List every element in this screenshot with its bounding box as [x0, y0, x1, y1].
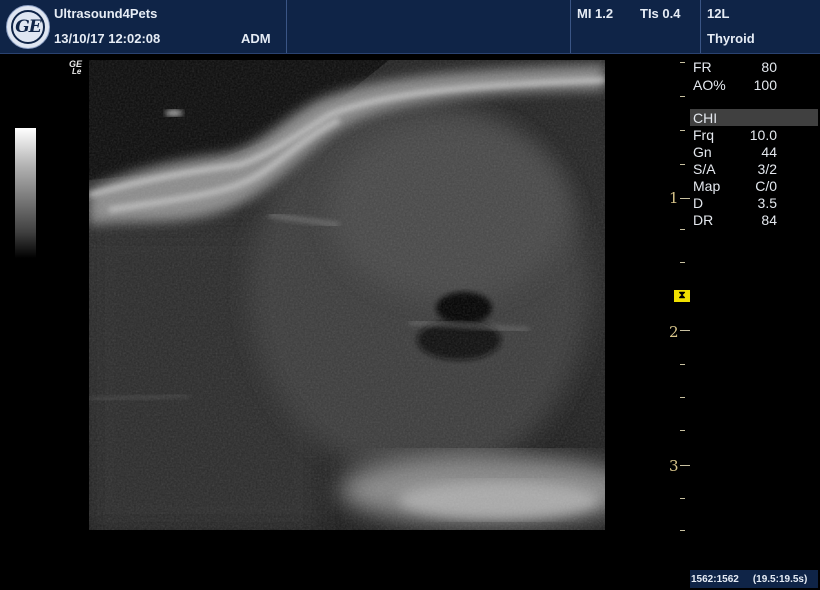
param-map: Map C/0: [693, 178, 777, 194]
depth-tick-major: [680, 465, 690, 466]
probe-orientation-mark: GE Le: [69, 59, 83, 76]
depth-tick: [680, 229, 685, 230]
depth-label-1: 1: [669, 189, 679, 207]
operator-id: ADM: [241, 31, 271, 46]
ge-logo-icon: GE: [6, 5, 50, 49]
depth-tick: [680, 164, 685, 165]
header-bar: GE Ultrasound4Pets 13/10/17 12:02:08 ADM…: [0, 0, 820, 54]
thermal-index: TIs 0.4: [640, 6, 681, 21]
depth-label-2: 2: [669, 323, 679, 341]
header-divider: [286, 0, 287, 53]
param-fr: FR 80: [693, 59, 777, 75]
probe-name: 12L: [707, 6, 730, 21]
param-ao: AO% 100: [693, 77, 777, 93]
focus-zone-icon: ⧗: [674, 290, 690, 302]
param-sa: S/A 3/2: [693, 161, 777, 177]
depth-tick-major: [680, 330, 690, 331]
header-divider: [700, 0, 701, 53]
depth-tick: [680, 262, 685, 263]
mode-label: CHI: [693, 110, 718, 126]
header-divider: [570, 0, 571, 53]
param-frq: Frq 10.0: [693, 127, 777, 143]
depth-tick-major: [680, 198, 690, 199]
param-dr: DR 84: [693, 212, 777, 228]
param-gain: Gn 44: [693, 144, 777, 160]
depth-tick: [680, 130, 685, 131]
depth-tick: [680, 62, 685, 63]
depth-label-3: 3: [669, 457, 679, 475]
site-name: Ultrasound4Pets: [54, 6, 158, 21]
depth-tick: [680, 364, 685, 365]
depth-tick: [680, 397, 685, 398]
mechanical-index: MI 1.2: [577, 6, 614, 21]
depth-tick: [680, 530, 685, 531]
ultrasound-image: [89, 60, 605, 530]
frame-count: 1562:1562: [691, 573, 739, 585]
depth-tick: [680, 430, 685, 431]
cine-time: (19.5:19.5s): [752, 573, 808, 585]
depth-tick: [680, 96, 685, 97]
date-time: 13/10/17 12:02:08: [54, 31, 161, 46]
exam-preset: Thyroid: [707, 31, 755, 46]
cine-counter: 1562:1562 (19.5:19.5s): [690, 570, 818, 588]
depth-tick: [680, 498, 685, 499]
param-depth: D 3.5: [693, 195, 777, 211]
grayscale-bar: [15, 128, 36, 258]
